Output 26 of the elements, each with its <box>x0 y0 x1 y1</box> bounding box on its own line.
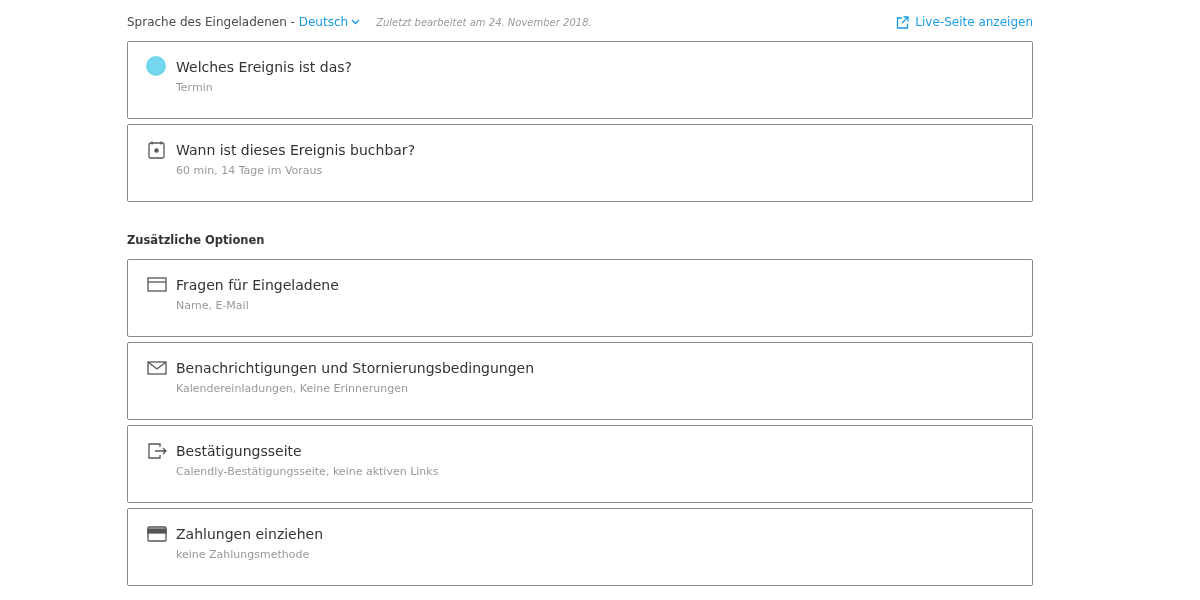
card-summary: Name, E-Mail <box>176 299 250 312</box>
card-summary: keine Zahlungsmethode <box>176 548 311 561</box>
exit-icon <box>146 440 168 462</box>
external-link-icon <box>896 15 910 29</box>
card-summary: Termin <box>176 81 214 94</box>
credit-card-icon <box>146 523 168 545</box>
calendar-icon <box>146 139 168 161</box>
card-summary: Kalendereinladungen, Keine Erinnerungen <box>176 382 409 395</box>
settings-card[interactable]: Welches Ereignis ist das? Termin <box>127 41 1033 119</box>
card-summary: Calendly-Bestätigungsseite, keine aktiven Links <box>176 465 439 478</box>
card-title: Wann ist dieses Ereignis buchbar? <box>176 141 416 160</box>
card-title: Welches Ereignis ist das? <box>176 58 352 77</box>
section-heading: Zusätzliche Optionen <box>127 233 266 247</box>
settings-card[interactable]: Fragen für Eingeladene Name, E-Mail <box>127 259 1033 337</box>
settings-card[interactable]: Zahlungen einziehen keine Zahlungsmethode <box>127 508 1033 586</box>
chevron-down-icon <box>351 19 361 25</box>
card-title: Benachrichtigungen und Stornierungsbedingungen <box>176 359 535 378</box>
settings-card[interactable]: Benachrichtigungen und Stornierungsbedingungen Kalendereinladungen, Keine Erinnerungen <box>127 342 1033 420</box>
last-edited-note: Zuletzt bearbeitet am 24. November 2018. <box>376 16 592 28</box>
settings-card[interactable]: Bestätigungsseite Calendly-Bestätigungsseite, keine aktiven Links <box>127 425 1033 503</box>
card-title: Fragen für Eingeladene <box>176 276 339 295</box>
card-summary: 60 min, 14 Tage im Voraus <box>176 164 324 177</box>
settings-card[interactable]: Wann ist dieses Ereignis buchbar? 60 min, 14 Tage im Voraus <box>127 124 1033 202</box>
card-title: Bestätigungsseite <box>176 442 303 461</box>
card-title: Zahlungen einziehen <box>176 525 324 544</box>
language-label: Sprache des Eingeladenen - <box>127 15 296 29</box>
